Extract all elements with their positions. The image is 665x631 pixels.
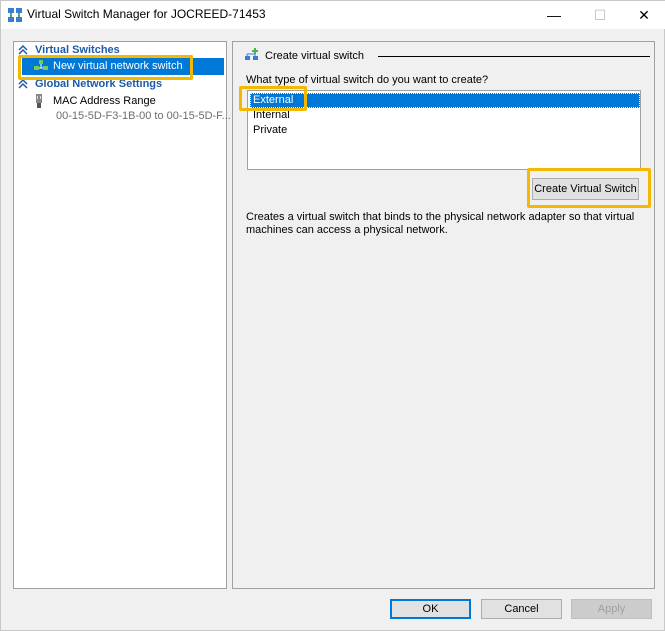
- header-divider: [378, 56, 650, 57]
- mac-address-range-label: MAC Address Range: [53, 95, 156, 107]
- tree-item-new-virtual-network-switch[interactable]: New virtual network switch: [22, 58, 224, 75]
- tree-item-mac-address-range[interactable]: MAC Address Range 00-15-5D-F3-1B-00 to 0…: [34, 93, 231, 129]
- mac-address-range-value: 00-15-5D-F3-1B-00 to 00-15-5D-F...: [56, 110, 231, 122]
- collapse-chevron-icon: [18, 78, 28, 89]
- global-network-settings-section-header[interactable]: Global Network Settings: [14, 78, 226, 92]
- minimize-button[interactable]: —: [532, 1, 576, 29]
- window-title: Virtual Switch Manager for JOCREED-71453: [27, 7, 266, 21]
- apply-button[interactable]: Apply: [571, 599, 652, 619]
- virtual-switch-manager-icon: [8, 8, 22, 22]
- global-network-settings-label: Global Network Settings: [35, 78, 163, 90]
- switch-type-description: Creates a virtual switch that binds to t…: [246, 211, 635, 236]
- create-virtual-switch-panel: Create virtual switch What type of virtu…: [232, 41, 655, 589]
- switch-navigation-tree: Virtual Switches New virtual network swi…: [13, 41, 231, 589]
- switch-type-option-internal[interactable]: Internal: [250, 108, 640, 123]
- close-icon: ✕: [638, 6, 650, 23]
- maximize-button[interactable]: ☐: [578, 1, 622, 29]
- close-button[interactable]: ✕: [622, 1, 665, 29]
- switch-type-question: What type of virtual switch do you want …: [246, 74, 489, 86]
- virtual-switches-section-header[interactable]: Virtual Switches: [14, 44, 226, 58]
- collapse-chevron-icon: [18, 44, 28, 55]
- create-virtual-switch-title: Create virtual switch: [265, 50, 365, 62]
- add-switch-icon: [245, 48, 258, 60]
- new-switch-label: New virtual network switch: [53, 60, 183, 72]
- virtual-switches-label: Virtual Switches: [35, 44, 120, 56]
- switch-type-option-private[interactable]: Private: [250, 123, 640, 138]
- switch-type-listbox[interactable]: External Internal Private: [247, 90, 641, 170]
- switch-type-option-external[interactable]: External: [250, 93, 640, 108]
- network-adapter-icon: [36, 94, 42, 108]
- title-bar: Virtual Switch Manager for JOCREED-71453…: [1, 1, 665, 29]
- maximize-icon: ☐: [593, 6, 607, 23]
- virtual-switch-manager-window: Virtual Switch Manager for JOCREED-71453…: [0, 0, 665, 631]
- ok-button[interactable]: OK: [390, 599, 471, 619]
- minimize-icon: —: [547, 7, 561, 23]
- create-virtual-switch-button[interactable]: Create Virtual Switch: [532, 178, 639, 200]
- create-virtual-switch-header: Create virtual switch: [245, 48, 650, 64]
- cancel-button[interactable]: Cancel: [481, 599, 562, 619]
- network-switch-icon: [34, 60, 48, 70]
